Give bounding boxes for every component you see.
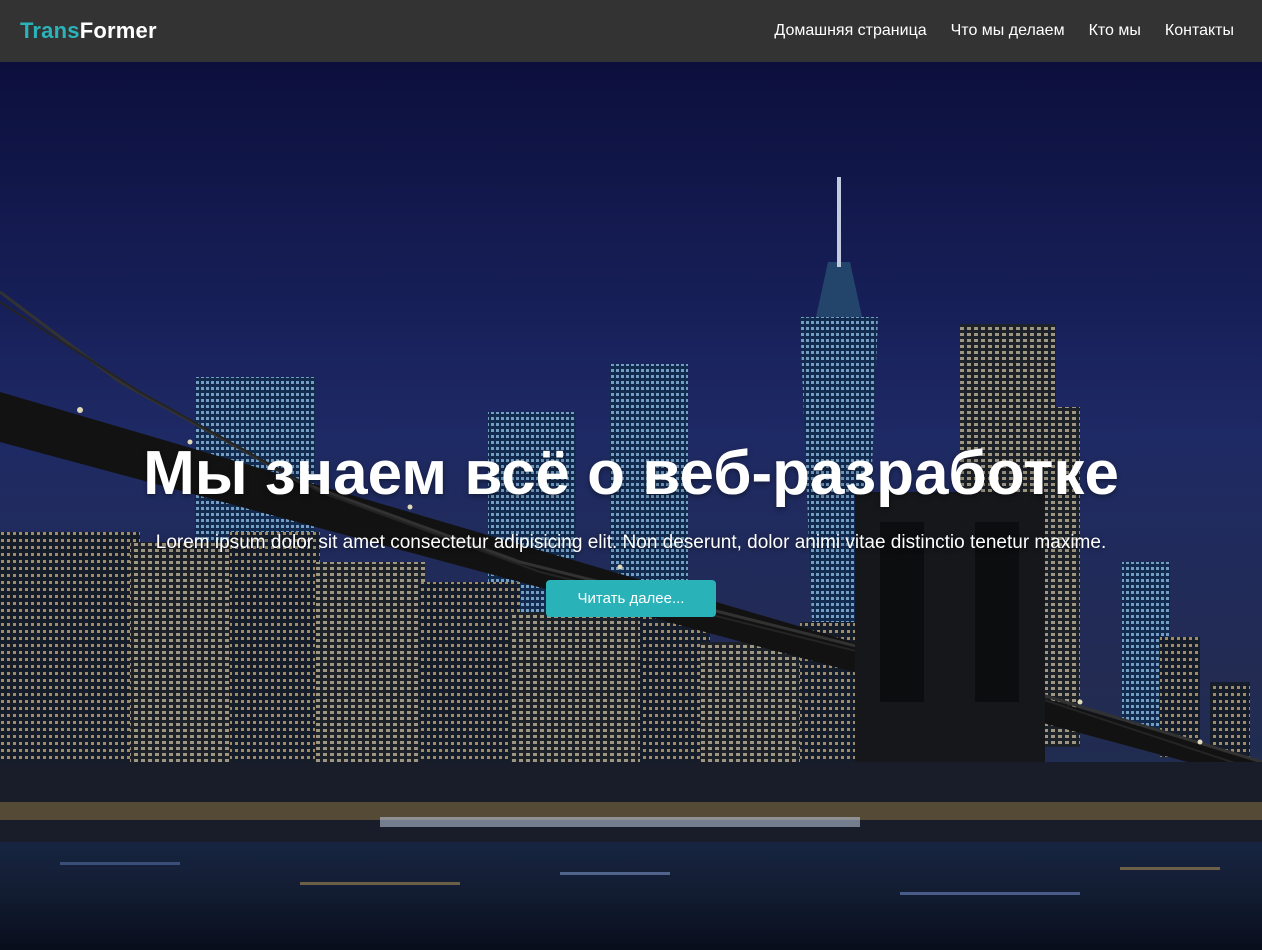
nav-link-about[interactable]: Кто мы [1089,22,1141,40]
nav-link-services[interactable]: Что мы делаем [951,22,1065,40]
nav-menu: Домашняя страница Что мы делаем Кто мы К… [774,22,1234,40]
hero-title: Мы знаем всё о веб-разработке [143,439,1119,508]
logo[interactable]: Trans Former [20,18,157,44]
navbar: Trans Former Домашняя страница Что мы дел… [0,0,1262,62]
hero-content: Мы знаем всё о веб-разработке Lorem ipsu… [0,439,1262,618]
logo-part-former: Former [79,18,157,43]
nav-link-home[interactable]: Домашняя страница [774,22,926,40]
hero-section: Мы знаем всё о веб-разработке Lorem ipsu… [0,62,1262,950]
nav-link-contacts[interactable]: Контакты [1165,22,1234,40]
logo-part-trans: Trans [20,18,80,43]
read-more-button[interactable]: Читать далее... [545,580,717,618]
hero-description: Lorem ipsum dolor sit amet consectetur a… [155,532,1107,554]
